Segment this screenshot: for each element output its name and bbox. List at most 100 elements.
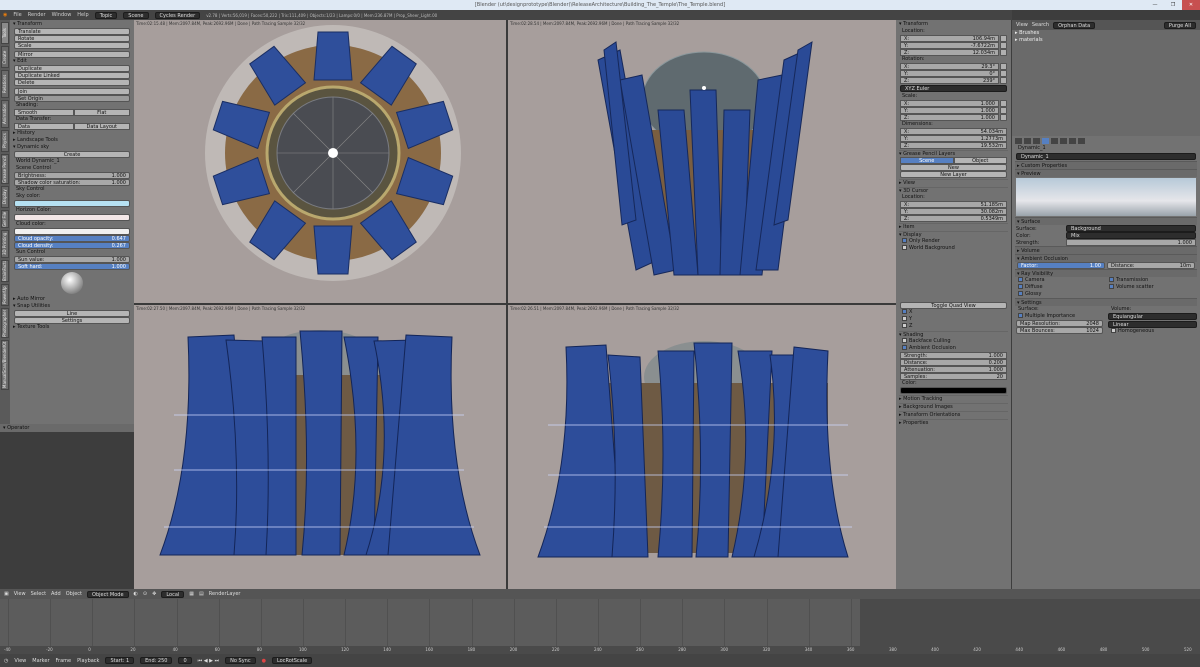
volume-sampling-select[interactable]: Equiangular bbox=[1108, 313, 1197, 320]
tab-photographer[interactable]: Photographer bbox=[1, 308, 9, 338]
duplicate-button[interactable]: Duplicate bbox=[14, 65, 130, 72]
rotation-x-field[interactable]: X: 29.3° bbox=[900, 63, 999, 70]
outliner-item-materials[interactable]: ▸ materials bbox=[1012, 37, 1200, 44]
auto-mirror-panel-header[interactable]: ▸ Auto Mirror bbox=[13, 296, 131, 303]
outliner-item-brushes[interactable]: ▸ Brushes bbox=[1012, 30, 1200, 37]
lock-icon[interactable] bbox=[1000, 100, 1007, 107]
clip-y-checkbox[interactable]: Y bbox=[899, 316, 1008, 323]
menu-add[interactable]: Add bbox=[51, 591, 61, 597]
playback-controls-icon[interactable]: ⏮ ◀ ▶ ⏭ bbox=[198, 658, 219, 664]
map-resolution-field[interactable]: Map Resolution: 2048 bbox=[1016, 320, 1103, 327]
ambient-occlusion-header[interactable]: ▾ Ambient Occlusion bbox=[1015, 254, 1197, 262]
layout-select[interactable]: Topic bbox=[94, 11, 118, 19]
maximize-button[interactable]: ❐ bbox=[1164, 0, 1182, 10]
only-render-checkbox[interactable]: Only Render bbox=[899, 238, 1008, 245]
cursor-x-field[interactable]: X: 51.185m bbox=[900, 201, 1007, 208]
tab-manualscan[interactable]: ManualScan/BlenderKit bbox=[1, 340, 9, 390]
lock-icon[interactable] bbox=[1000, 114, 1007, 121]
minimize-button[interactable]: — bbox=[1146, 0, 1164, 10]
outliner-search-menu[interactable]: Search bbox=[1032, 22, 1049, 28]
shadow-saturation-field[interactable]: Shadow color saturation: 1.000 bbox=[14, 179, 130, 186]
lock-icon[interactable] bbox=[1000, 63, 1007, 70]
ao-checkbox[interactable]: Ambient Occlusion bbox=[899, 345, 1008, 352]
shading-panel-header[interactable]: ▾ Shading bbox=[899, 331, 1008, 338]
translate-button[interactable]: Translate bbox=[14, 28, 130, 35]
cursor-panel-header[interactable]: ▾ 3D Cursor bbox=[899, 187, 1008, 194]
volume-header[interactable]: ▸ Volume bbox=[1015, 246, 1197, 254]
manipulator-icon[interactable]: ✥ bbox=[152, 591, 156, 597]
color-input-select[interactable]: Mix bbox=[1066, 232, 1196, 239]
modifiers-tab-icon[interactable] bbox=[1069, 138, 1076, 144]
clip-z-checkbox[interactable]: Z bbox=[899, 323, 1008, 330]
world-background-checkbox[interactable]: World Background bbox=[899, 245, 1008, 252]
engine-select[interactable]: Cycles Render bbox=[154, 11, 201, 19]
checkbox-icon[interactable] bbox=[902, 238, 907, 243]
join-button[interactable]: Join bbox=[14, 88, 130, 95]
transform-panel-header[interactable]: ▾ Transform bbox=[13, 21, 131, 28]
transform-orientation-select[interactable]: Local bbox=[161, 590, 185, 598]
ray-transmission-checkbox[interactable]: Transmission bbox=[1106, 277, 1197, 284]
display-panel-header[interactable]: ▾ Display bbox=[899, 231, 1008, 238]
custom-properties-header[interactable]: ▸ Custom Properties bbox=[1015, 161, 1197, 169]
properties-header[interactable]: ▸ Properties bbox=[899, 419, 1008, 426]
multiple-importance-checkbox[interactable]: Multiple Importance bbox=[1015, 313, 1104, 320]
timeline-menu-frame[interactable]: Frame bbox=[56, 658, 72, 664]
ao-samples-field[interactable]: Samples: 20 bbox=[900, 373, 1007, 380]
rotate-button[interactable]: Rotate bbox=[14, 35, 130, 42]
checkbox-icon[interactable] bbox=[902, 316, 907, 321]
toggle-quad-view-button[interactable]: Toggle Quad View bbox=[900, 302, 1007, 309]
menu-object[interactable]: Object bbox=[66, 591, 82, 597]
world-datablock-field[interactable]: Dynamic_1 bbox=[1016, 153, 1196, 160]
settings-button[interactable]: Settings bbox=[14, 317, 130, 324]
tab-animation[interactable]: Animation bbox=[1, 100, 9, 128]
clip-x-checkbox[interactable]: X bbox=[899, 309, 1008, 316]
ray-diffuse-checkbox[interactable]: Diffuse bbox=[1015, 284, 1106, 291]
purge-all-button[interactable]: Purge All bbox=[1163, 21, 1196, 29]
tab-relations[interactable]: Relations bbox=[1, 70, 9, 98]
viewport-divider-horizontal[interactable] bbox=[134, 303, 896, 305]
delete-button[interactable]: Delete bbox=[14, 79, 130, 86]
menu-help[interactable]: Help bbox=[77, 12, 88, 18]
flat-button[interactable]: Flat bbox=[73, 109, 130, 116]
scene-select[interactable]: Scene bbox=[123, 11, 149, 19]
menu-view[interactable]: View bbox=[14, 591, 26, 597]
render-layer-icon[interactable]: ▤ bbox=[199, 591, 204, 597]
tab-powerup[interactable]: PowerUp bbox=[1, 284, 9, 306]
sun-direction-widget[interactable] bbox=[13, 270, 131, 296]
sun-sphere-icon[interactable] bbox=[61, 272, 83, 294]
landscape-panel-header[interactable]: ▸ Landscape Tools bbox=[13, 137, 131, 144]
tab-create[interactable]: Create bbox=[1, 46, 9, 68]
viewport-perspective[interactable]: Time:02:28.54 | Mem:2097.84M, Peak:2692.… bbox=[508, 20, 896, 303]
editor-type-icon[interactable]: ▣ bbox=[4, 591, 9, 597]
scale-button[interactable]: Scale bbox=[14, 42, 130, 49]
timeline-menu-view[interactable]: View bbox=[14, 658, 26, 664]
n-transform-header[interactable]: ▾ Transform bbox=[899, 21, 1008, 28]
cloud-density-slider[interactable]: Cloud density: 0.267 bbox=[14, 242, 130, 249]
checkbox-icon[interactable] bbox=[902, 245, 907, 250]
lock-icon[interactable] bbox=[1000, 42, 1007, 49]
mode-select[interactable]: Object Mode bbox=[87, 590, 129, 598]
location-x-field[interactable]: X: 106.94m bbox=[900, 35, 999, 42]
dimension-z-field[interactable]: Z: 19.532m bbox=[900, 142, 1007, 149]
mirror-button[interactable]: Mirror bbox=[14, 51, 130, 58]
soft-hard-slider[interactable]: Soft hard: 1.000 bbox=[14, 263, 130, 270]
menu-window[interactable]: Window bbox=[52, 12, 72, 18]
data-tab-icon[interactable] bbox=[1078, 138, 1085, 144]
viewport-side[interactable]: Time:02:26.51 | Mem:2097.84M, Peak:2692.… bbox=[508, 305, 896, 589]
gp-scene-tab[interactable]: Scene bbox=[900, 157, 954, 164]
operator-panel-header[interactable]: ▾ Operator bbox=[0, 424, 134, 432]
tab-tools[interactable]: Tools bbox=[1, 22, 9, 44]
smooth-button[interactable]: Smooth bbox=[14, 109, 74, 116]
world-tab-icon[interactable] bbox=[1042, 138, 1049, 144]
history-panel-header[interactable]: ▸ History bbox=[13, 130, 131, 137]
rotation-y-field[interactable]: Y: 0° bbox=[900, 70, 999, 77]
pivot-icon[interactable]: ⊙ bbox=[143, 591, 147, 597]
lock-icon[interactable] bbox=[1000, 35, 1007, 42]
data-layout-button[interactable]: Data Layout bbox=[73, 123, 130, 130]
gp-new-layer-button[interactable]: New Layer bbox=[900, 171, 1007, 178]
strength-field[interactable]: 1.000 bbox=[1066, 239, 1196, 246]
ao-factor-field[interactable]: Factor: 1.00 bbox=[1017, 262, 1105, 269]
viewport-top[interactable]: Time:02:15.48 | Mem:2097.84M, Peak:2692.… bbox=[134, 20, 506, 303]
render-tab-icon[interactable] bbox=[1015, 138, 1022, 144]
end-frame-field[interactable]: End: 250 bbox=[140, 657, 173, 664]
